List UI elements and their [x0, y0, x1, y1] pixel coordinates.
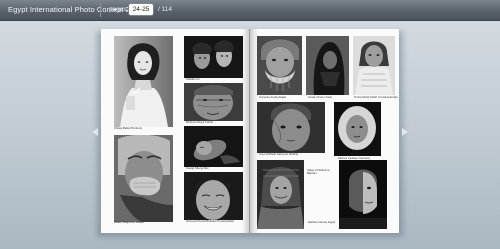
- previous-page-arrow-icon[interactable]: [92, 128, 98, 136]
- left-page[interactable]: Chiara Bellei Piccitorto Shaofu Lin Mehm…: [101, 29, 250, 233]
- photo-old-woman-headscarf[interactable]: [257, 160, 304, 229]
- photo-image: [257, 36, 302, 95]
- photo-image: [114, 135, 173, 222]
- photo-caption: Bilade Salgunem Halabi: [114, 220, 144, 224]
- photo-smiling-man[interactable]: [184, 172, 243, 220]
- photo-image: [257, 160, 304, 229]
- photo-image: [184, 172, 243, 220]
- photo-caption: Cesar Chrom Casti: [308, 95, 332, 99]
- photo-caption: Mehmet Ozgur Fehan: [186, 120, 214, 124]
- photo-image: [184, 83, 243, 121]
- photo-image: [353, 36, 395, 95]
- photo-caption: Kuang Sheng Ren: [186, 166, 209, 170]
- photo-sleeping-baby[interactable]: [184, 126, 243, 167]
- photo-image: [114, 36, 173, 127]
- book-spread[interactable]: Chiara Bellei Piccitorto Shaofu Lin Mehm…: [101, 29, 399, 233]
- photo-fur-hood[interactable]: [334, 102, 381, 156]
- photo-two-faces[interactable]: [184, 36, 243, 78]
- photo-old-man[interactable]: [184, 83, 243, 121]
- photo-caption: Haitham Henay Egypt: [308, 220, 336, 224]
- photo-caption: Amel Zulheila Sahomar Abdulai: [259, 152, 299, 156]
- page-number-input[interactable]: [128, 3, 154, 16]
- photo-caption: Saber Al Shamma Bahrain: [307, 168, 330, 176]
- photo-image: [339, 160, 387, 229]
- photo-image: [184, 126, 243, 167]
- top-toolbar: Egypt International Photo Contest 2012 p…: [0, 0, 500, 21]
- photo-laughing-woman[interactable]: [114, 135, 173, 222]
- photo-caption: Terzip Mohd Khairi Yuncal-Hamdan: [354, 95, 398, 99]
- photo-bearded-man[interactable]: [257, 36, 302, 95]
- pages-total: / 114: [158, 6, 172, 13]
- photo-caption: Gurmeed Kanal Bhaskar Puvanandran: [186, 219, 235, 223]
- photo-image: [257, 102, 325, 153]
- photo-image: [184, 36, 243, 78]
- next-page-arrow-icon[interactable]: [402, 128, 408, 136]
- photo-half-lit-face[interactable]: [339, 160, 387, 229]
- toolbar-divider: [100, 3, 101, 17]
- photo-child-scarf[interactable]: [353, 36, 395, 95]
- photo-caption: Chiara Bellei Piccitorto: [114, 126, 143, 130]
- photo-boy-portrait[interactable]: [257, 102, 325, 153]
- right-page[interactable]: Amsevia Aurely-Eagle Cesar Chrom Casti T…: [250, 29, 399, 233]
- photo-woman-smoking[interactable]: [114, 36, 173, 127]
- pages-label: pages:: [109, 6, 129, 13]
- photo-image: [306, 36, 349, 95]
- photo-caption: Amsevia Aurely-Eagle: [259, 95, 287, 99]
- photo-hooded-figure[interactable]: [306, 36, 349, 95]
- photo-image: [334, 102, 381, 156]
- photo-caption: Shaofu Lin: [186, 77, 200, 81]
